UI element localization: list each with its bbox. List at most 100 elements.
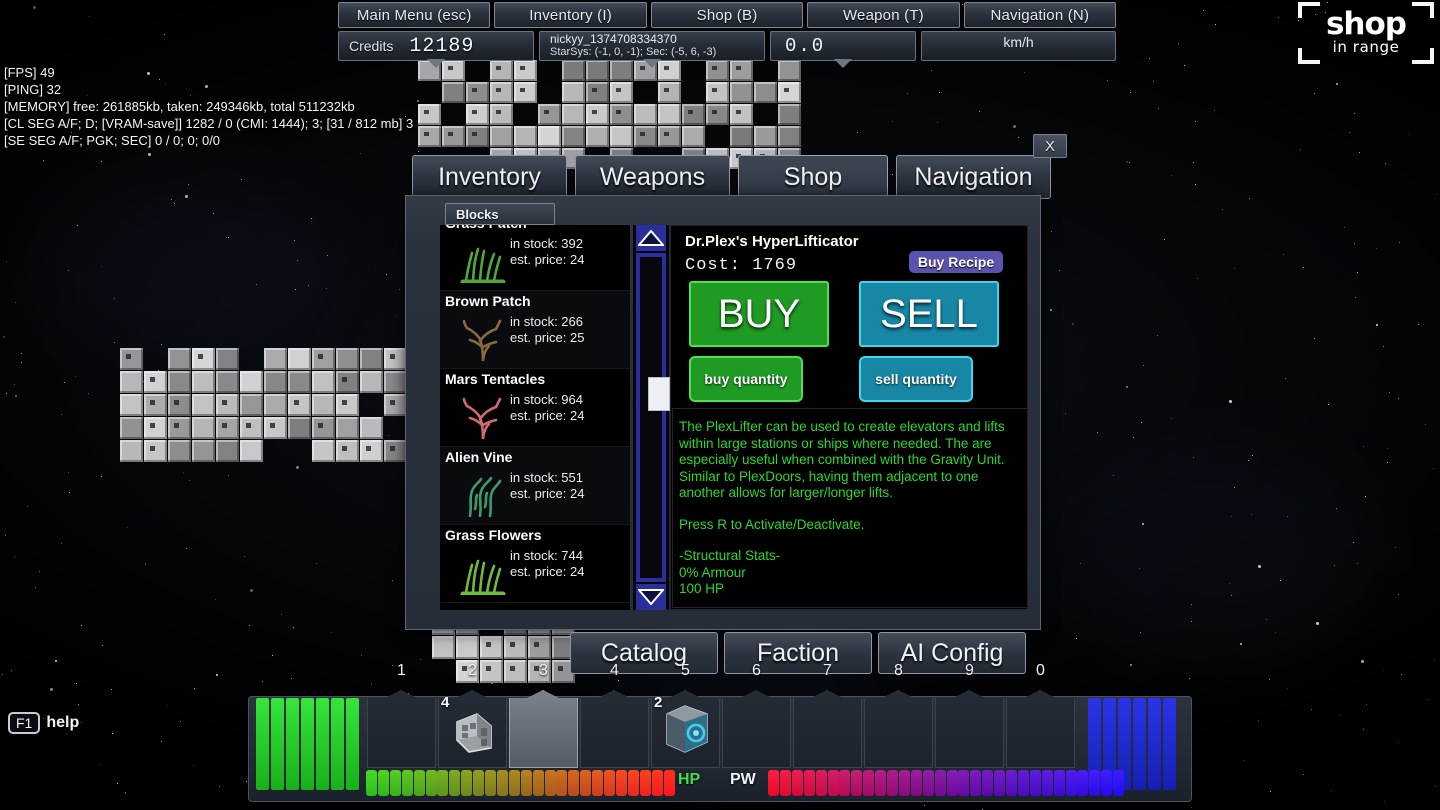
item-stock: in stock: 744 bbox=[510, 548, 583, 563]
triangle-down-icon bbox=[638, 589, 664, 605]
structure-port bbox=[784, 87, 789, 93]
window-tab-inventory[interactable]: Inventory bbox=[412, 155, 567, 199]
structure-port bbox=[616, 109, 621, 115]
debug-line: [PING] 32 bbox=[4, 82, 62, 97]
hud-notch bbox=[643, 59, 661, 68]
shop-list-scrollbar[interactable] bbox=[633, 225, 670, 610]
item-stock: in stock: 392 bbox=[510, 236, 583, 251]
structure-block bbox=[466, 82, 489, 103]
window-tab-weapons[interactable]: Weapons bbox=[575, 155, 730, 199]
structure-block bbox=[120, 371, 143, 393]
shop-list-item[interactable]: Brown Patch in stock: 266 est. price: 25 bbox=[440, 291, 630, 369]
structure-block bbox=[288, 348, 311, 370]
top-menu-navigation[interactable]: Navigation (N) bbox=[963, 2, 1117, 28]
window-button-faction[interactable]: Faction bbox=[724, 632, 872, 674]
structure-block bbox=[432, 636, 455, 659]
scroll-track[interactable] bbox=[636, 253, 670, 582]
scroll-up-arrow-icon[interactable] bbox=[636, 225, 666, 251]
scroll-down-arrow-icon[interactable] bbox=[636, 584, 666, 610]
structure-port bbox=[390, 399, 395, 405]
structure-block bbox=[240, 440, 263, 462]
hp-pip bbox=[663, 770, 675, 796]
item-thumbnail bbox=[458, 469, 508, 518]
hotbar-slot-0[interactable]: 0 bbox=[1005, 662, 1076, 774]
power-bar-pip bbox=[887, 770, 898, 796]
structure-block bbox=[192, 417, 215, 439]
structure-block bbox=[120, 440, 143, 462]
buy-recipe-button[interactable]: Buy Recipe bbox=[909, 251, 1003, 273]
shop-list-item[interactable]: Grass Patch in stock: 392est. price: 24 bbox=[440, 225, 630, 291]
structure-port bbox=[424, 109, 429, 115]
window-button-catalog[interactable]: Catalog bbox=[570, 632, 718, 674]
buy-quantity-button[interactable]: buy quantity bbox=[689, 356, 803, 402]
top-menu-weapon[interactable]: Weapon (T) bbox=[807, 2, 960, 28]
credits-label: Credits bbox=[349, 38, 394, 54]
structure-block bbox=[216, 417, 239, 439]
structure-port bbox=[712, 109, 717, 115]
shop-list-item[interactable]: Grass Flowers in stock: 744 est. price: 24 bbox=[440, 525, 630, 603]
hotbar-slot-number: 6 bbox=[752, 662, 761, 679]
structure-port bbox=[318, 353, 323, 359]
structure-port bbox=[486, 642, 491, 648]
power-bar-pip bbox=[922, 770, 934, 796]
speed-unit-label: km/h bbox=[1003, 34, 1034, 50]
structure-block bbox=[528, 636, 551, 659]
game-screen: Main Menu (esc) Inventory (I) Shop (B) Weap… bbox=[0, 0, 1440, 810]
structure-block bbox=[730, 82, 753, 103]
structure-block bbox=[312, 348, 335, 370]
shop-item-list[interactable]: Grass Patchin stock: 392est. price: 24Br… bbox=[440, 225, 630, 610]
hotbar-slot-2[interactable]: 24 bbox=[437, 662, 508, 774]
close-window-button[interactable]: X bbox=[1033, 134, 1067, 158]
hotbar-slot-7[interactable]: 7 bbox=[792, 662, 863, 774]
shop-range-title: shop bbox=[1325, 6, 1407, 42]
top-menu-bar: Main Menu (esc) Inventory (I) Shop (B) Weap… bbox=[338, 2, 1117, 28]
help-hint[interactable]: F1 help bbox=[8, 712, 79, 734]
structure-port bbox=[664, 87, 669, 93]
structure-block bbox=[168, 371, 191, 393]
top-menu-shop[interactable]: Shop (B) bbox=[650, 2, 804, 28]
structure-port bbox=[366, 445, 371, 451]
structure-block bbox=[288, 371, 311, 393]
sell-button[interactable]: SELL bbox=[859, 281, 999, 347]
description-paragraph: The PlexLifter can be used to create ele… bbox=[679, 419, 1005, 500]
hotbar-slot-4[interactable]: 4 bbox=[579, 662, 650, 774]
shop-list-item[interactable]: Alien Vine in stock: 551 est. price: 24 bbox=[440, 447, 630, 525]
structure-port bbox=[510, 666, 515, 672]
structure-port bbox=[520, 87, 525, 93]
hp-pip bbox=[592, 770, 604, 796]
item-stock: in stock: 551 bbox=[510, 470, 583, 485]
hotbar-slot-5[interactable]: 52 bbox=[650, 662, 721, 774]
structure-block bbox=[586, 82, 609, 103]
top-menu-inventory[interactable]: Inventory (I) bbox=[494, 2, 647, 28]
structure-block bbox=[682, 104, 705, 125]
buy-button[interactable]: BUY bbox=[689, 281, 829, 347]
structure-block bbox=[418, 126, 441, 147]
sell-quantity-button[interactable]: sell quantity bbox=[859, 356, 973, 402]
hotbar-slot-3[interactable]: 3 bbox=[508, 662, 579, 774]
structure-port bbox=[448, 131, 453, 137]
credits-value: 12189 bbox=[409, 34, 475, 58]
structure-block bbox=[610, 82, 633, 103]
shop-list-item[interactable]: Mars Tentacles in stock: 964 est. price: 2… bbox=[440, 369, 630, 447]
structure-block bbox=[384, 394, 407, 416]
scroll-thumb[interactable] bbox=[648, 377, 670, 411]
structure-block bbox=[730, 104, 753, 125]
hotbar-slot-9[interactable]: 9 bbox=[934, 662, 1005, 774]
structure-port bbox=[486, 666, 491, 672]
hotbar-slot-quantity: 4 bbox=[441, 694, 450, 711]
window-tab-bar: Inventory Weapons Shop Navigation bbox=[412, 155, 1440, 217]
hotbar-slot-1[interactable]: 1 bbox=[366, 662, 437, 774]
hotbar-slot-6[interactable]: 6 bbox=[721, 662, 792, 774]
hotbar-slot-8[interactable]: 8 bbox=[863, 662, 934, 774]
structure-block bbox=[490, 126, 513, 147]
item-thumbnail bbox=[458, 235, 508, 285]
structure-block bbox=[216, 371, 239, 393]
item-thumbnail bbox=[458, 391, 508, 440]
sub-tab-blocks[interactable]: Blocks bbox=[445, 203, 555, 225]
top-menu-main-menu[interactable]: Main Menu (esc) bbox=[338, 2, 491, 28]
hotbar-slot-number: 5 bbox=[681, 662, 690, 679]
item-name: Grass Flowers bbox=[445, 527, 542, 543]
structure-port bbox=[472, 87, 477, 93]
structure-port bbox=[640, 131, 645, 137]
window-tab-navigation[interactable]: Navigation bbox=[896, 155, 1051, 199]
